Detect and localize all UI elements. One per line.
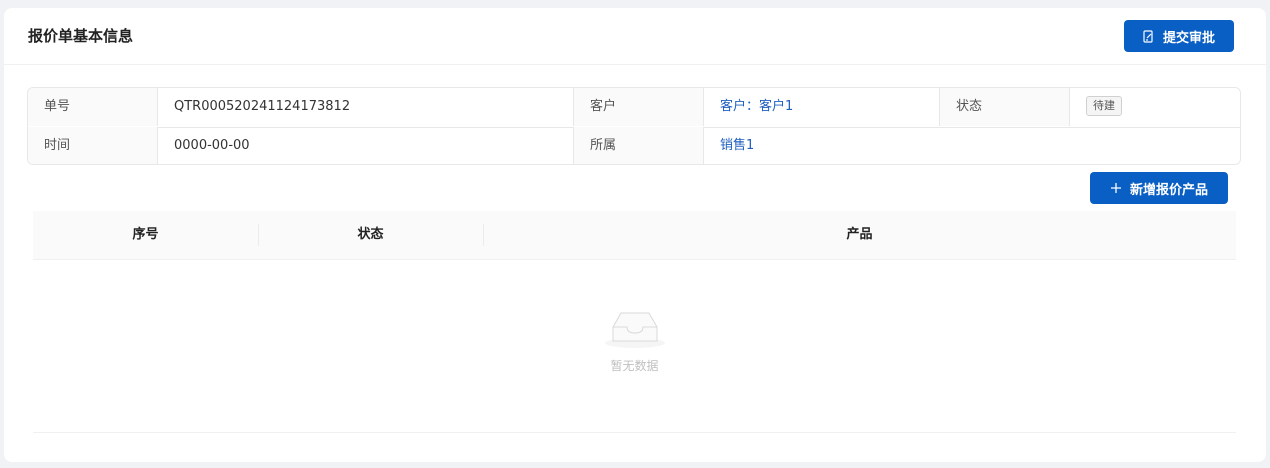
time-value: 0000-00-00 [158,127,574,164]
status-label: 状态 [940,88,1070,126]
submit-approval-button[interactable]: 提交审批 [1124,20,1234,52]
add-quote-product-button[interactable]: 新增报价产品 [1090,172,1228,204]
column-header-index: 序号 [132,227,159,242]
status-badge: 待建 [1086,95,1122,116]
add-quote-product-label: 新增报价产品 [1129,182,1208,198]
table-header: 序号 状态 产品 [33,211,1236,260]
order-no-label: 单号 [28,88,158,126]
column-header-product: 产品 [846,227,873,242]
plus-icon [1110,183,1121,193]
order-no-value: QTR000520241124173812 [158,88,574,126]
info-row: 时间 0000-00-00 所属 销售1 [28,127,1240,164]
card-header: 报价单基本信息 提交审批 [4,8,1266,65]
customer-link[interactable]: 客户：客户1 [704,88,940,126]
quote-card: 报价单基本信息 提交审批 单号 QTR000520241124173812 客户… [4,8,1266,462]
customer-label: 客户 [574,88,704,126]
time-label: 时间 [28,127,158,164]
product-table: 序号 状态 产品 暂无数据 [33,211,1236,433]
column-header-status: 状态 [357,227,384,242]
page-title: 报价单基本信息 [28,27,134,45]
owner-link[interactable]: 销售1 [704,127,1240,164]
empty-text: 暂无数据 [610,359,659,373]
empty-inbox-icon [604,312,665,348]
info-row: 单号 QTR000520241124173812 客户 客户：客户1 状态 待建 [28,88,1240,128]
owner-label: 所属 [574,127,704,164]
document-edit-icon [1143,29,1153,43]
status-cell: 待建 [1070,88,1240,126]
empty-state: 暂无数据 [33,307,1236,374]
basic-info-table: 单号 QTR000520241124173812 客户 客户：客户1 状态 待建… [27,87,1241,165]
submit-approval-label: 提交审批 [1162,30,1215,46]
